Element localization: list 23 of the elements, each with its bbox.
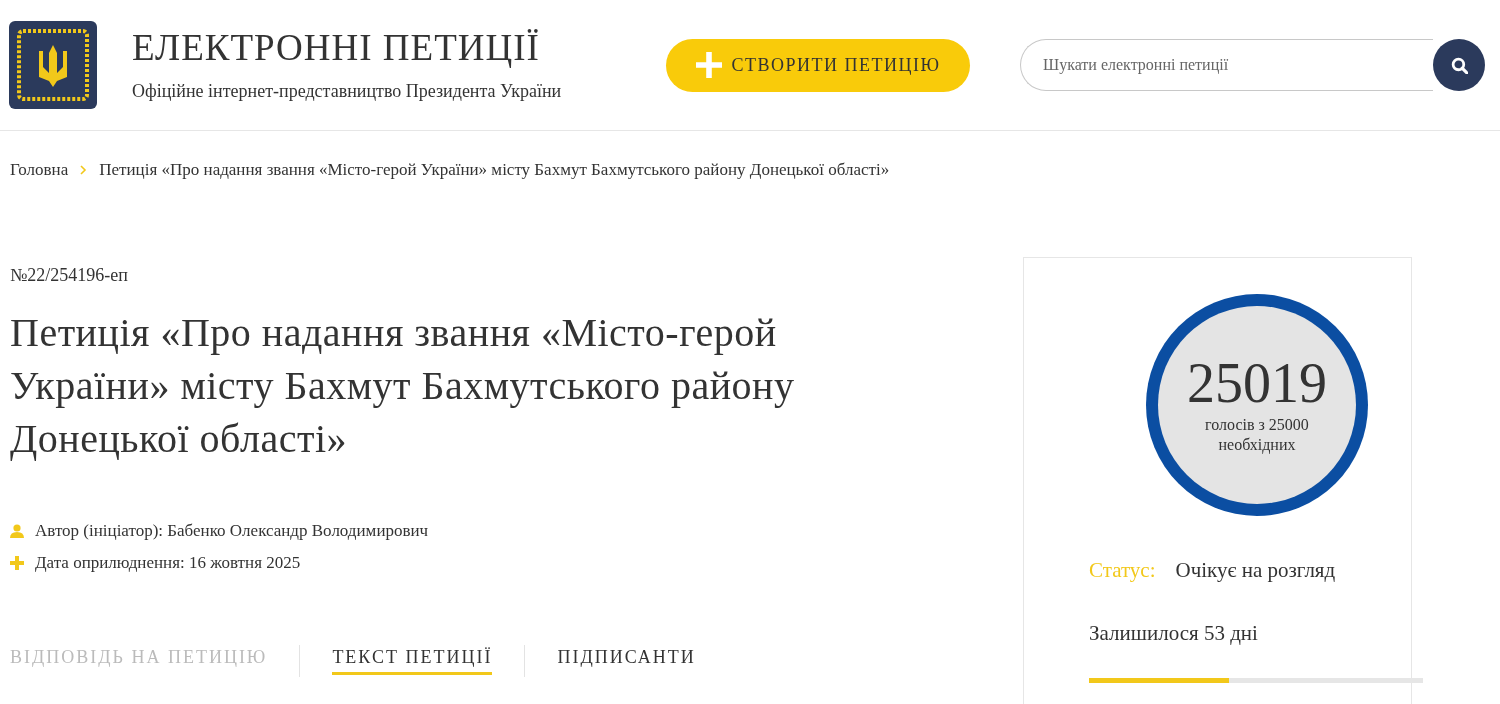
breadcrumb-link[interactable]: Головна xyxy=(10,160,69,180)
vote-caption: голосів з 25000 необхідних xyxy=(1204,415,1310,455)
plus-icon xyxy=(10,556,24,570)
create-petition-button[interactable]: СТВОРИТИ ПЕТИЦІЮ xyxy=(666,38,970,92)
site-subtitle: Офіційне інтернет-представництво Президента України xyxy=(132,80,563,102)
days-remaining: Залишилося 53 дні xyxy=(1089,621,1259,646)
chevron-icon xyxy=(80,165,88,175)
site-title: ЕЛЕКТРОННІ ПЕТИЦІЇ xyxy=(132,28,541,69)
search-button[interactable] xyxy=(1433,39,1485,91)
meta-text: Дата оприлюднення: 16 жовтня 2025 xyxy=(35,553,301,573)
petition-title: Петиція «Про надання звання «Місто-герой України» місту Бахмут Бахмутського району Донецької області» xyxy=(10,309,796,463)
tab[interactable]: ПІДПИСАНТИ xyxy=(557,647,696,675)
search-field[interactable]: Шукати електронні петиції xyxy=(1020,39,1433,91)
plus-icon xyxy=(695,52,722,78)
tab[interactable]: ТЕКСТ ПЕТИЦІЇ xyxy=(332,647,493,675)
petition-number: №22/254196-еп xyxy=(10,265,129,286)
status-value: Очікує на розгляд xyxy=(1175,558,1336,583)
person-icon xyxy=(10,524,24,538)
search-icon xyxy=(1450,56,1468,74)
status-label: Статус: xyxy=(1089,558,1156,583)
meta-text: Автор (ініціатор): Бабенко Олександр Володимирович xyxy=(35,521,429,541)
breadcrumb-link[interactable]: Петиція «Про надання звання «Місто-герой України» місту Бахмут Бахмутського району Донецької області» xyxy=(99,160,890,180)
vote-count: 25019 xyxy=(1187,355,1327,411)
